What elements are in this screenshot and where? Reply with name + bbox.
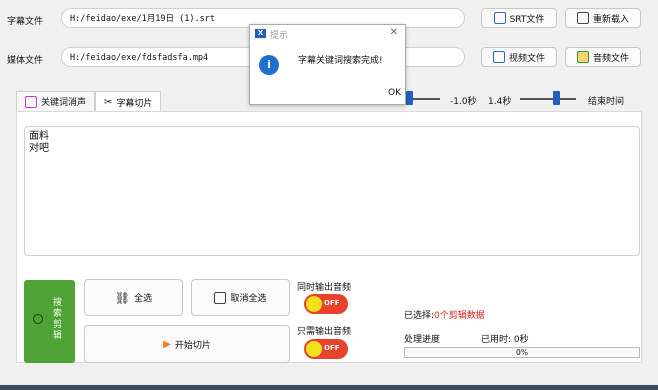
tab-keyword-mute[interactable]: 关键词消声 (16, 91, 96, 111)
select-all-button[interactable]: ⛓ 全选 (84, 279, 183, 316)
app-logo-icon: X (255, 29, 266, 38)
info-icon: i (259, 55, 279, 75)
video-file-button[interactable]: 视频文件 (481, 47, 557, 67)
end-offset-value: 1.4秒 (488, 97, 512, 107)
video-icon (492, 51, 505, 63)
message-dialog: X 提示 ✕ i 字幕关键词搜索完成! OK (249, 24, 406, 105)
selected-status: 已选择:0个剪辑数据 (404, 311, 485, 321)
document-icon (214, 291, 227, 304)
toggle-knob (306, 341, 322, 357)
start-offset-thumb[interactable] (406, 91, 413, 105)
srt-label: 字幕文件 (7, 17, 44, 27)
tab-subtitle-slice[interactable]: ✂ 字幕切片 (95, 91, 162, 112)
both-audio-toggle[interactable]: OFF (304, 294, 348, 314)
play-icon: ▶ (163, 338, 171, 350)
progress-label: 处理进度 (404, 335, 441, 345)
keywords-textarea[interactable]: 面料 对吧 (24, 126, 640, 256)
deselect-all-button[interactable]: 取消全选 (191, 279, 290, 316)
end-offset-thumb[interactable] (553, 91, 560, 105)
tab-bar: 关键词消声 ✂ 字幕切片 (16, 91, 162, 112)
search-icon (33, 314, 43, 324)
reload-button[interactable]: 重新载入 (565, 8, 641, 28)
reload-icon (576, 12, 589, 24)
media-label: 媒体文件 (7, 56, 44, 66)
both-audio-label: 同时输出音频 (297, 283, 352, 293)
end-offset-track[interactable] (520, 98, 576, 100)
only-audio-toggle[interactable]: OFF (304, 339, 348, 359)
elapsed-time: 已用时: 0秒 (481, 335, 529, 345)
scissors-icon: ✂ (104, 96, 113, 108)
start-slice-button[interactable]: ▶ 开始切片 (84, 325, 290, 363)
progress-bar: 0% (404, 347, 640, 358)
audio-file-button[interactable]: 音频文件 (565, 47, 641, 67)
music-icon (576, 51, 589, 63)
ok-button[interactable]: OK (388, 88, 401, 98)
toggle-knob (306, 296, 322, 312)
dialog-title: 提示 (270, 31, 289, 41)
search-clip-button[interactable]: 搜索剪辑 (24, 280, 75, 363)
video-icon (25, 95, 37, 108)
end-time-label: 结束时间 (588, 97, 625, 107)
only-audio-label: 只需输出音频 (297, 327, 352, 337)
start-offset-value: -1.0秒 (450, 97, 477, 107)
dialog-message: 字幕关键词搜索完成! (298, 56, 383, 66)
close-icon[interactable]: ✕ (390, 27, 398, 38)
link-icon: ⛓ (114, 290, 131, 305)
srt-file-button[interactable]: SRT文件 (481, 8, 557, 28)
bottom-bar (0, 385, 658, 390)
document-icon (493, 12, 506, 24)
